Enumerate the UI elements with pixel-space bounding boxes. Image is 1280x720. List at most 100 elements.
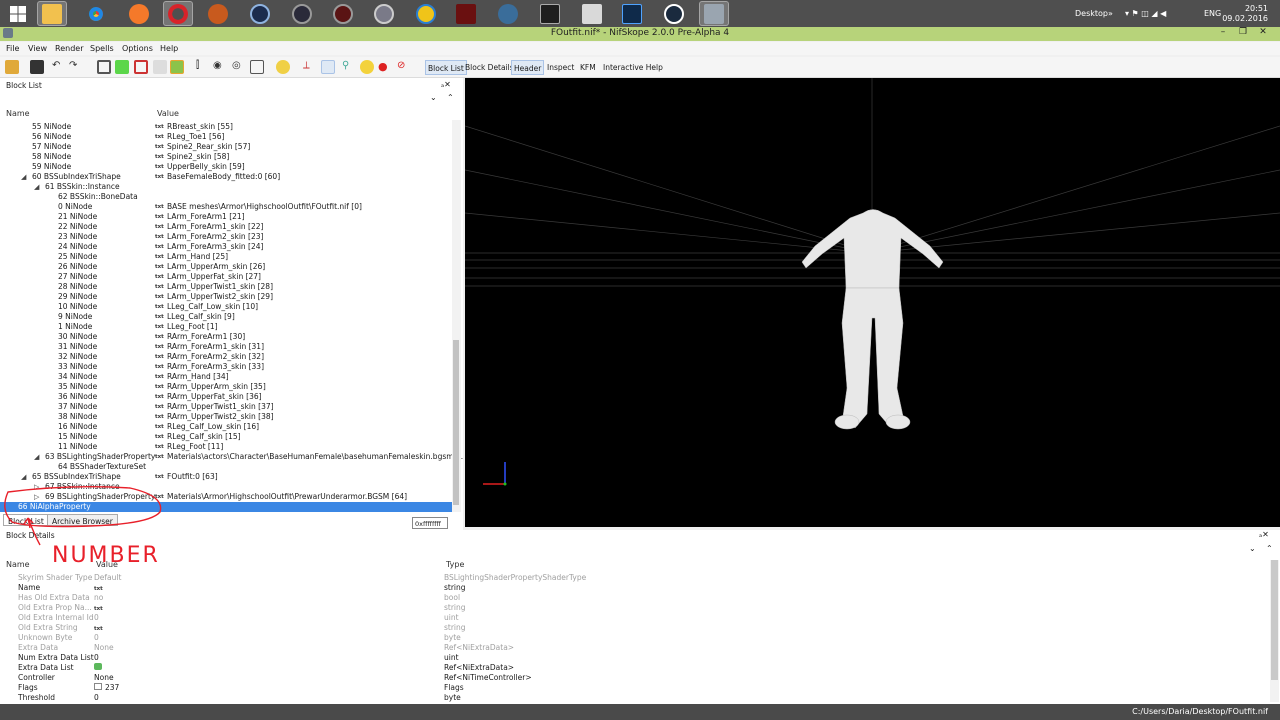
language-indicator[interactable]: ENG xyxy=(1204,0,1221,27)
select-icon[interactable] xyxy=(97,60,111,74)
app-icon-yellow[interactable] xyxy=(411,1,441,26)
tree-row[interactable]: 22 NiNode txt LArm_ForeArm1_skin [22] xyxy=(0,222,452,232)
app-icon-gray[interactable] xyxy=(369,1,399,26)
tree-row[interactable]: 16 NiNode txt RLeg_Calf_Low_skin [16] xyxy=(0,422,452,432)
column-value[interactable]: Value xyxy=(157,109,179,118)
detail-value[interactable]: 0 xyxy=(94,613,99,623)
tree-row[interactable]: 36 NiNode txt RArm_UpperFat_skin [36] xyxy=(0,392,452,402)
maximize-button[interactable]: ❐ xyxy=(1234,27,1252,41)
no-icon[interactable]: ⊘ xyxy=(397,60,411,74)
app-icon-skull[interactable] xyxy=(451,1,481,26)
detail-value[interactable]: Default xyxy=(94,573,121,583)
node-axes-icon[interactable] xyxy=(321,60,335,74)
tab-block-list-bottom[interactable]: Block List xyxy=(3,514,49,526)
tree-row[interactable]: 59 NiNode txt UpperBelly_skin [59] xyxy=(0,162,452,172)
tree-row[interactable]: 0 NiNode txt BASE meshes\Armor\HighschoolO… xyxy=(0,202,452,212)
cube-icon[interactable] xyxy=(170,60,184,74)
tree-row[interactable]: ▷ 69 BSLightingShaderProperty txt Materials… xyxy=(0,492,452,502)
tab-block-details[interactable]: Block Details xyxy=(463,60,516,75)
tab-header[interactable]: Header xyxy=(511,60,545,75)
detail-row[interactable]: Skyrim Shader Type Default BSLightingShade… xyxy=(0,573,1270,583)
axes-icon[interactable]: ⟂ xyxy=(303,60,317,74)
float-icon[interactable]: ₐ✕ xyxy=(1259,530,1269,539)
scroll-thumb[interactable] xyxy=(453,340,459,505)
tree-row[interactable]: 38 NiNode txt RArm_UpperTwist2_skin [38] xyxy=(0,412,452,422)
detail-value[interactable]: 0 xyxy=(94,633,99,643)
expanded-arrow-icon[interactable]: ◢ xyxy=(34,452,39,462)
detail-row[interactable]: Num Extra Data List 0 uint xyxy=(0,653,1270,663)
nifskope-taskbar-icon[interactable] xyxy=(699,1,729,26)
app-icon-dark[interactable] xyxy=(287,1,317,26)
app-icon-orange[interactable] xyxy=(203,1,233,26)
windows-start-icon[interactable] xyxy=(3,1,33,26)
tab-block-list[interactable]: Block List xyxy=(425,60,467,75)
collapse-up-icon[interactable]: ⌃ xyxy=(1266,544,1273,553)
tree-row[interactable]: 9 NiNode txt LLeg_Calf_skin [9] xyxy=(0,312,452,322)
tab-archive-browser[interactable]: Archive Browser xyxy=(47,514,118,526)
app-icon-red-dark[interactable] xyxy=(328,1,358,26)
expanded-arrow-icon[interactable]: ◢ xyxy=(21,472,26,482)
tree-row[interactable]: 55 NiNode txt RBreast_skin [55] xyxy=(0,122,452,132)
detail-value[interactable]: 237 xyxy=(94,683,119,693)
column-type[interactable]: Type xyxy=(446,560,464,569)
tray-icons[interactable]: ▾ ⚑ ◫ ◢ ◀ xyxy=(1125,0,1166,27)
tree-row[interactable]: ◢ 65 BSSubIndexTriShape txt FOutfit:0 [63] xyxy=(0,472,452,482)
detail-row[interactable]: Name txt string xyxy=(0,583,1270,593)
tree-row[interactable]: 64 BSShaderTextureSet xyxy=(0,462,452,472)
link-array-icon[interactable] xyxy=(94,663,102,670)
steam-icon[interactable] xyxy=(659,1,689,26)
collapsed-arrow-icon[interactable]: ▷ xyxy=(34,492,39,502)
app-icon-monitor[interactable] xyxy=(577,1,607,26)
open-icon[interactable] xyxy=(5,60,19,74)
scroll-thumb[interactable] xyxy=(1271,560,1278,680)
tree-row[interactable]: 56 NiNode txt RLeg_Toe1 [56] xyxy=(0,132,452,142)
tree-row[interactable]: ◢ 63 BSLightingShaderProperty txt Materials… xyxy=(0,452,463,462)
menu-file[interactable]: File xyxy=(6,44,19,53)
tree-row[interactable]: 24 NiNode txt LArm_ForeArm3_skin [24] xyxy=(0,242,452,252)
tree-row[interactable]: 34 NiNode txt RArm_Hand [34] xyxy=(0,372,452,382)
block-list-scrollbar[interactable] xyxy=(452,120,461,512)
eye-open-icon[interactable]: ◎ xyxy=(232,60,246,74)
menu-options[interactable]: Options xyxy=(122,44,153,53)
wireframe-icon[interactable] xyxy=(134,60,148,74)
lighting-icon[interactable] xyxy=(153,60,167,74)
file-explorer-icon[interactable] xyxy=(37,1,67,26)
expand-down-icon[interactable]: ⌄ xyxy=(430,93,437,102)
texture-icon[interactable] xyxy=(115,60,129,74)
tree-row[interactable]: ▷ 67 BSSkin::Instance xyxy=(0,482,452,492)
expand-down-icon[interactable]: ⌄ xyxy=(1249,544,1256,553)
column-name[interactable]: Name xyxy=(6,109,30,118)
detail-value[interactable]: 0 xyxy=(94,653,99,663)
tab-interactive-help[interactable]: Interactive Help xyxy=(601,60,665,75)
tree-row[interactable]: 1 NiNode txt LLeg_Foot [1] xyxy=(0,322,452,332)
tree-row[interactable]: 35 NiNode txt RArm_UpperArm_skin [35] xyxy=(0,382,452,392)
detail-row[interactable]: Old Extra String txt string xyxy=(0,623,1270,633)
tree-row[interactable]: 27 NiNode txt LArm_UpperFat_skin [27] xyxy=(0,272,452,282)
tree-row[interactable]: ◢ 60 BSSubIndexTriShape txt BaseFemaleBody_… xyxy=(0,172,452,182)
menu-view[interactable]: View xyxy=(28,44,47,53)
tree-row[interactable]: 15 NiNode txt RLeg_Calf_skin [15] xyxy=(0,432,452,442)
render-viewport[interactable] xyxy=(465,78,1280,527)
tree-row[interactable]: 62 BSSkin::BoneData xyxy=(0,192,452,202)
undo-icon[interactable]: ↶ xyxy=(52,60,66,74)
save-icon[interactable] xyxy=(30,60,44,74)
tree-row[interactable]: 11 NiNode txt RLeg_Foot [11] xyxy=(0,442,452,452)
tree-row[interactable]: 23 NiNode txt LArm_ForeArm2_skin [23] xyxy=(0,232,452,242)
menu-help[interactable]: Help xyxy=(160,44,178,53)
detail-row[interactable]: Controller None Ref<NiTimeController> xyxy=(0,673,1270,683)
minimize-button[interactable]: – xyxy=(1214,27,1232,41)
photoshop-icon[interactable] xyxy=(617,1,647,26)
app-icon-gd[interactable] xyxy=(535,1,565,26)
column-name[interactable]: Name xyxy=(6,560,30,569)
blender-icon[interactable] xyxy=(124,1,154,26)
eye-icon[interactable]: ◉ xyxy=(213,60,227,74)
detail-row[interactable]: Old Extra Internal Id 0 uint xyxy=(0,613,1270,623)
detail-row[interactable]: Has Old Extra Data no bool xyxy=(0,593,1270,603)
close-button[interactable]: ✕ xyxy=(1254,27,1272,41)
camera-icon[interactable] xyxy=(250,60,264,74)
clock[interactable]: 20:51 09.02.2016 xyxy=(1222,0,1268,27)
detail-row[interactable]: Extra Data List Ref<NiExtraData> xyxy=(0,663,1270,673)
opera-icon[interactable] xyxy=(163,1,193,26)
tree-row[interactable]: 32 NiNode txt RArm_ForeArm2_skin [32] xyxy=(0,352,452,362)
desktop-toolbar-label[interactable]: Desktop xyxy=(1075,0,1108,27)
